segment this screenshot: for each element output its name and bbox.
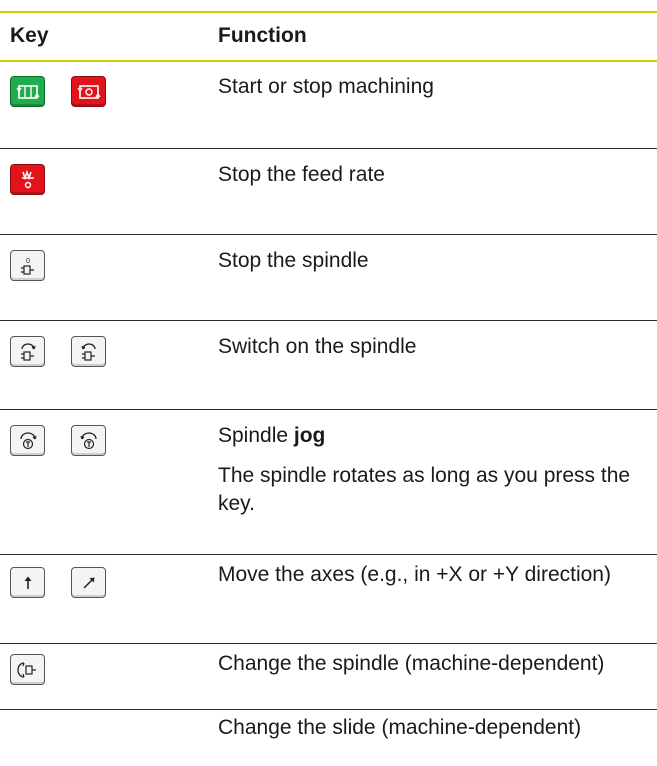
svg-text:0: 0 [26, 258, 30, 265]
axis-up-arrow-icon[interactable] [10, 567, 45, 598]
function-text: Spindle jog The spindle rotates as long … [218, 422, 648, 518]
table-row: Start or stop machining [0, 61, 657, 149]
table-row: Switch on the spindle [0, 321, 657, 410]
program-start-icon[interactable] [10, 76, 45, 107]
table-row: Spindle jog The spindle rotates as long … [0, 410, 657, 555]
table-row: Move the axes (e.g., in +X or +Y directi… [0, 555, 657, 644]
spindle-on-ccw-icon[interactable] [71, 336, 106, 367]
spindle-jog-ccw-icon[interactable] [71, 425, 106, 456]
table-row: Change the slide (machine-dependent) [0, 710, 657, 766]
top-rule [0, 11, 657, 13]
function-text: Change the slide (machine-dependent) [218, 716, 582, 739]
program-stop-icon[interactable] [71, 76, 106, 107]
function-text: Switch on the spindle [218, 335, 417, 358]
feed-stop-icon[interactable] [10, 164, 45, 195]
function-text: Change the spindle (machine-dependent) [218, 652, 605, 675]
function-text: Stop the spindle [218, 249, 369, 272]
spindle-jog-cw-icon[interactable] [10, 425, 45, 456]
function-text: Stop the feed rate [218, 163, 385, 186]
spindle-stop-icon[interactable]: 0 [10, 250, 45, 281]
spindle-on-cw-icon[interactable] [10, 336, 45, 367]
header-key: Key [10, 24, 49, 47]
table-row: 0 Stop the spindle [0, 235, 657, 321]
function-text: Move the axes (e.g., in +X or +Y directi… [218, 563, 611, 586]
function-prefix: Spindle [218, 424, 294, 447]
function-bold: jog [293, 424, 326, 447]
header-function: Function [218, 24, 307, 47]
axis-diagonal-arrow-icon[interactable] [71, 567, 106, 598]
table-row: Stop the feed rate [0, 149, 657, 235]
change-spindle-icon[interactable] [10, 654, 45, 685]
table-row: Change the spindle (machine-dependent) [0, 644, 657, 710]
function-note: The spindle rotates as long as you press… [218, 464, 631, 515]
function-text: Start or stop machining [218, 75, 434, 98]
